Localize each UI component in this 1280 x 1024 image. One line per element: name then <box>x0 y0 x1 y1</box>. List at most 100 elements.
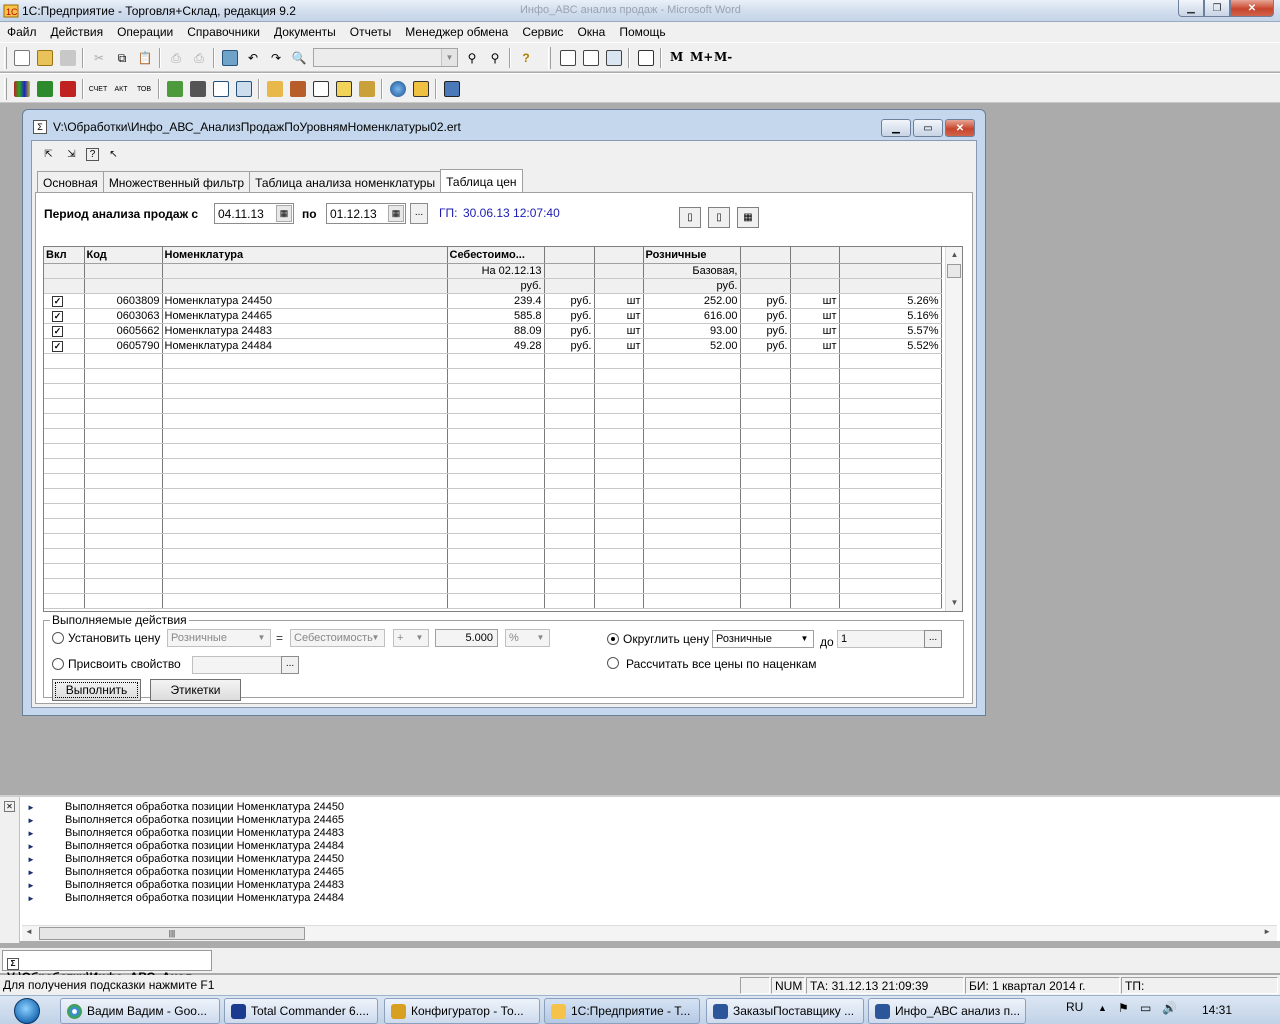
round-price-radio[interactable] <box>607 633 619 645</box>
task-chrome[interactable]: Вадим Вадим - Goo... <box>60 998 220 1024</box>
invoice-doc-icon[interactable]: СЧЕТ <box>88 79 108 99</box>
window-close-button[interactable]: ✕ <box>945 119 975 137</box>
cell-cur2[interactable]: руб. <box>740 338 791 354</box>
task-1c-enterprise[interactable]: 1С:Предприятие - Т... <box>544 998 700 1024</box>
tab-multi-filter[interactable]: Множественный фильтр <box>102 171 251 193</box>
calendar-icon[interactable] <box>581 48 601 68</box>
price-table[interactable]: Вкл Код Номенклатура Себестоимо... Розничные… <box>43 246 963 612</box>
cell-cur1[interactable]: руб. <box>544 308 595 324</box>
checkmark-icon[interactable]: ✓ <box>52 310 63 322</box>
import-icon[interactable] <box>35 79 55 99</box>
cell-unit2[interactable]: шт <box>790 293 840 309</box>
search-combo[interactable]: ▼ <box>313 48 458 67</box>
amount-field[interactable]: 5.000 <box>435 629 498 647</box>
goods-doc-icon[interactable]: ТОВ <box>134 79 154 99</box>
export-icon[interactable] <box>58 79 78 99</box>
cell-code[interactable]: 0605790 <box>84 338 163 354</box>
menu-operations[interactable]: Операции <box>110 22 180 42</box>
paste-icon[interactable]: 📋 <box>135 48 155 68</box>
toolbar-grip[interactable] <box>4 47 7 69</box>
task-total-commander[interactable]: Total Commander 6.... <box>224 998 378 1024</box>
help-icon[interactable]: ? <box>86 148 99 161</box>
property-field[interactable] <box>192 656 282 674</box>
col-cost-unit-header[interactable] <box>594 247 644 264</box>
window-minimize-button[interactable]: ▁ <box>881 119 911 137</box>
warehouse-icon[interactable] <box>165 79 185 99</box>
assign-property-radio[interactable] <box>52 658 64 670</box>
cell-price[interactable]: 52.00 <box>643 338 741 354</box>
cell-cur2[interactable]: руб. <box>740 293 791 309</box>
row-checkbox[interactable]: ✓ <box>44 308 85 324</box>
memory-m-button[interactable]: M <box>670 50 683 64</box>
new-document-icon[interactable] <box>12 48 32 68</box>
menu-reports[interactable]: Отчеты <box>343 22 398 42</box>
open-folder-icon[interactable] <box>35 48 55 68</box>
print-icon[interactable]: ⎙ <box>166 48 186 68</box>
grid-layout-icon[interactable]: ▦ <box>737 207 759 228</box>
set-price-radio[interactable] <box>52 632 64 644</box>
help-icon[interactable]: ? <box>516 48 536 68</box>
col-name-header[interactable]: Номенклатура <box>162 247 448 264</box>
row-checkbox[interactable]: ✓ <box>44 338 85 354</box>
save-icon[interactable] <box>58 48 78 68</box>
cell-unit1[interactable]: шт <box>594 308 644 324</box>
cash-register-icon[interactable] <box>188 79 208 99</box>
chart-icon[interactable] <box>334 79 354 99</box>
cell-code[interactable]: 0603063 <box>84 308 163 324</box>
round-to-field[interactable]: 1 <box>837 630 925 648</box>
cell-price[interactable]: 616.00 <box>643 308 741 324</box>
pencil-icon[interactable] <box>265 79 285 99</box>
cell-cur1[interactable]: руб. <box>544 293 595 309</box>
col-cost-currency-header[interactable] <box>544 247 595 264</box>
checkmark-icon[interactable]: ✓ <box>52 295 63 307</box>
pointer-help-icon[interactable]: ↖ <box>105 146 122 163</box>
globe-icon[interactable] <box>388 79 408 99</box>
property-select-button[interactable]: ... <box>281 656 299 674</box>
copy-icon[interactable]: ⧉ <box>112 48 132 68</box>
start-button[interactable] <box>4 996 50 1024</box>
cell-code[interactable]: 0605662 <box>84 323 163 339</box>
cell-name[interactable]: Номенклатура 24484 <box>162 338 448 354</box>
minimize-button[interactable]: ▁ <box>1178 0 1204 17</box>
close-button[interactable]: ✕ <box>1230 0 1274 17</box>
user-card-icon[interactable] <box>411 79 431 99</box>
row-checkbox[interactable]: ✓ <box>44 323 85 339</box>
sheet-icon[interactable] <box>234 79 254 99</box>
col-code-header[interactable]: Код <box>84 247 163 264</box>
edit-icon[interactable] <box>604 48 624 68</box>
unit-select[interactable]: % ▼ <box>505 629 550 647</box>
menu-windows[interactable]: Окна <box>570 22 612 42</box>
print-preview-icon[interactable]: ⎙ <box>189 48 209 68</box>
act-doc-icon[interactable]: АКТ <box>111 79 131 99</box>
find-next-icon[interactable]: ⚲ <box>462 48 482 68</box>
cell-markup[interactable]: 5.26% <box>839 293 942 309</box>
scroll-left-icon[interactable]: ◄ <box>25 927 33 936</box>
col-retail-unit-header[interactable] <box>790 247 840 264</box>
cell-price[interactable]: 252.00 <box>643 293 741 309</box>
scroll-right-icon[interactable]: ► <box>1263 927 1271 936</box>
action-center-flag-icon[interactable]: ⚑ <box>1118 1001 1129 1015</box>
tray-expand-icon[interactable]: ▲ <box>1098 1003 1107 1013</box>
round-price-type-select[interactable]: Розничные ▼ <box>712 630 814 648</box>
language-indicator[interactable]: RU <box>1066 1000 1083 1014</box>
menu-documents[interactable]: Документы <box>267 22 343 42</box>
window-tab-processing[interactable]: ΣV:\Обработки\Инфо_АВС_Анал... <box>2 950 212 984</box>
cell-markup[interactable]: 5.57% <box>839 323 942 339</box>
calendar-icon[interactable]: ▦ <box>276 205 292 222</box>
goods-icon[interactable] <box>288 79 308 99</box>
cell-name[interactable]: Номенклатура 24483 <box>162 323 448 339</box>
col-enabled-header[interactable]: Вкл <box>44 247 85 264</box>
col-markup-header[interactable] <box>839 247 942 264</box>
find-prev-icon[interactable]: ⚲ <box>485 48 505 68</box>
redo-icon[interactable]: ↷ <box>266 48 286 68</box>
cell-name[interactable]: Номенклатура 24450 <box>162 293 448 309</box>
window-icon[interactable] <box>442 79 462 99</box>
memory-minus-button[interactable]: M- <box>714 50 732 64</box>
cell-markup[interactable]: 5.16% <box>839 308 942 324</box>
restore-button[interactable]: ❐ <box>1204 0 1230 17</box>
expand-icon[interactable]: ⇱ <box>40 146 57 163</box>
calculator-icon[interactable] <box>220 48 240 68</box>
menu-exchange-manager[interactable]: Менеджер обмена <box>398 22 515 42</box>
close-icon[interactable]: ✕ <box>4 801 15 812</box>
undo-icon[interactable]: ↶ <box>243 48 263 68</box>
